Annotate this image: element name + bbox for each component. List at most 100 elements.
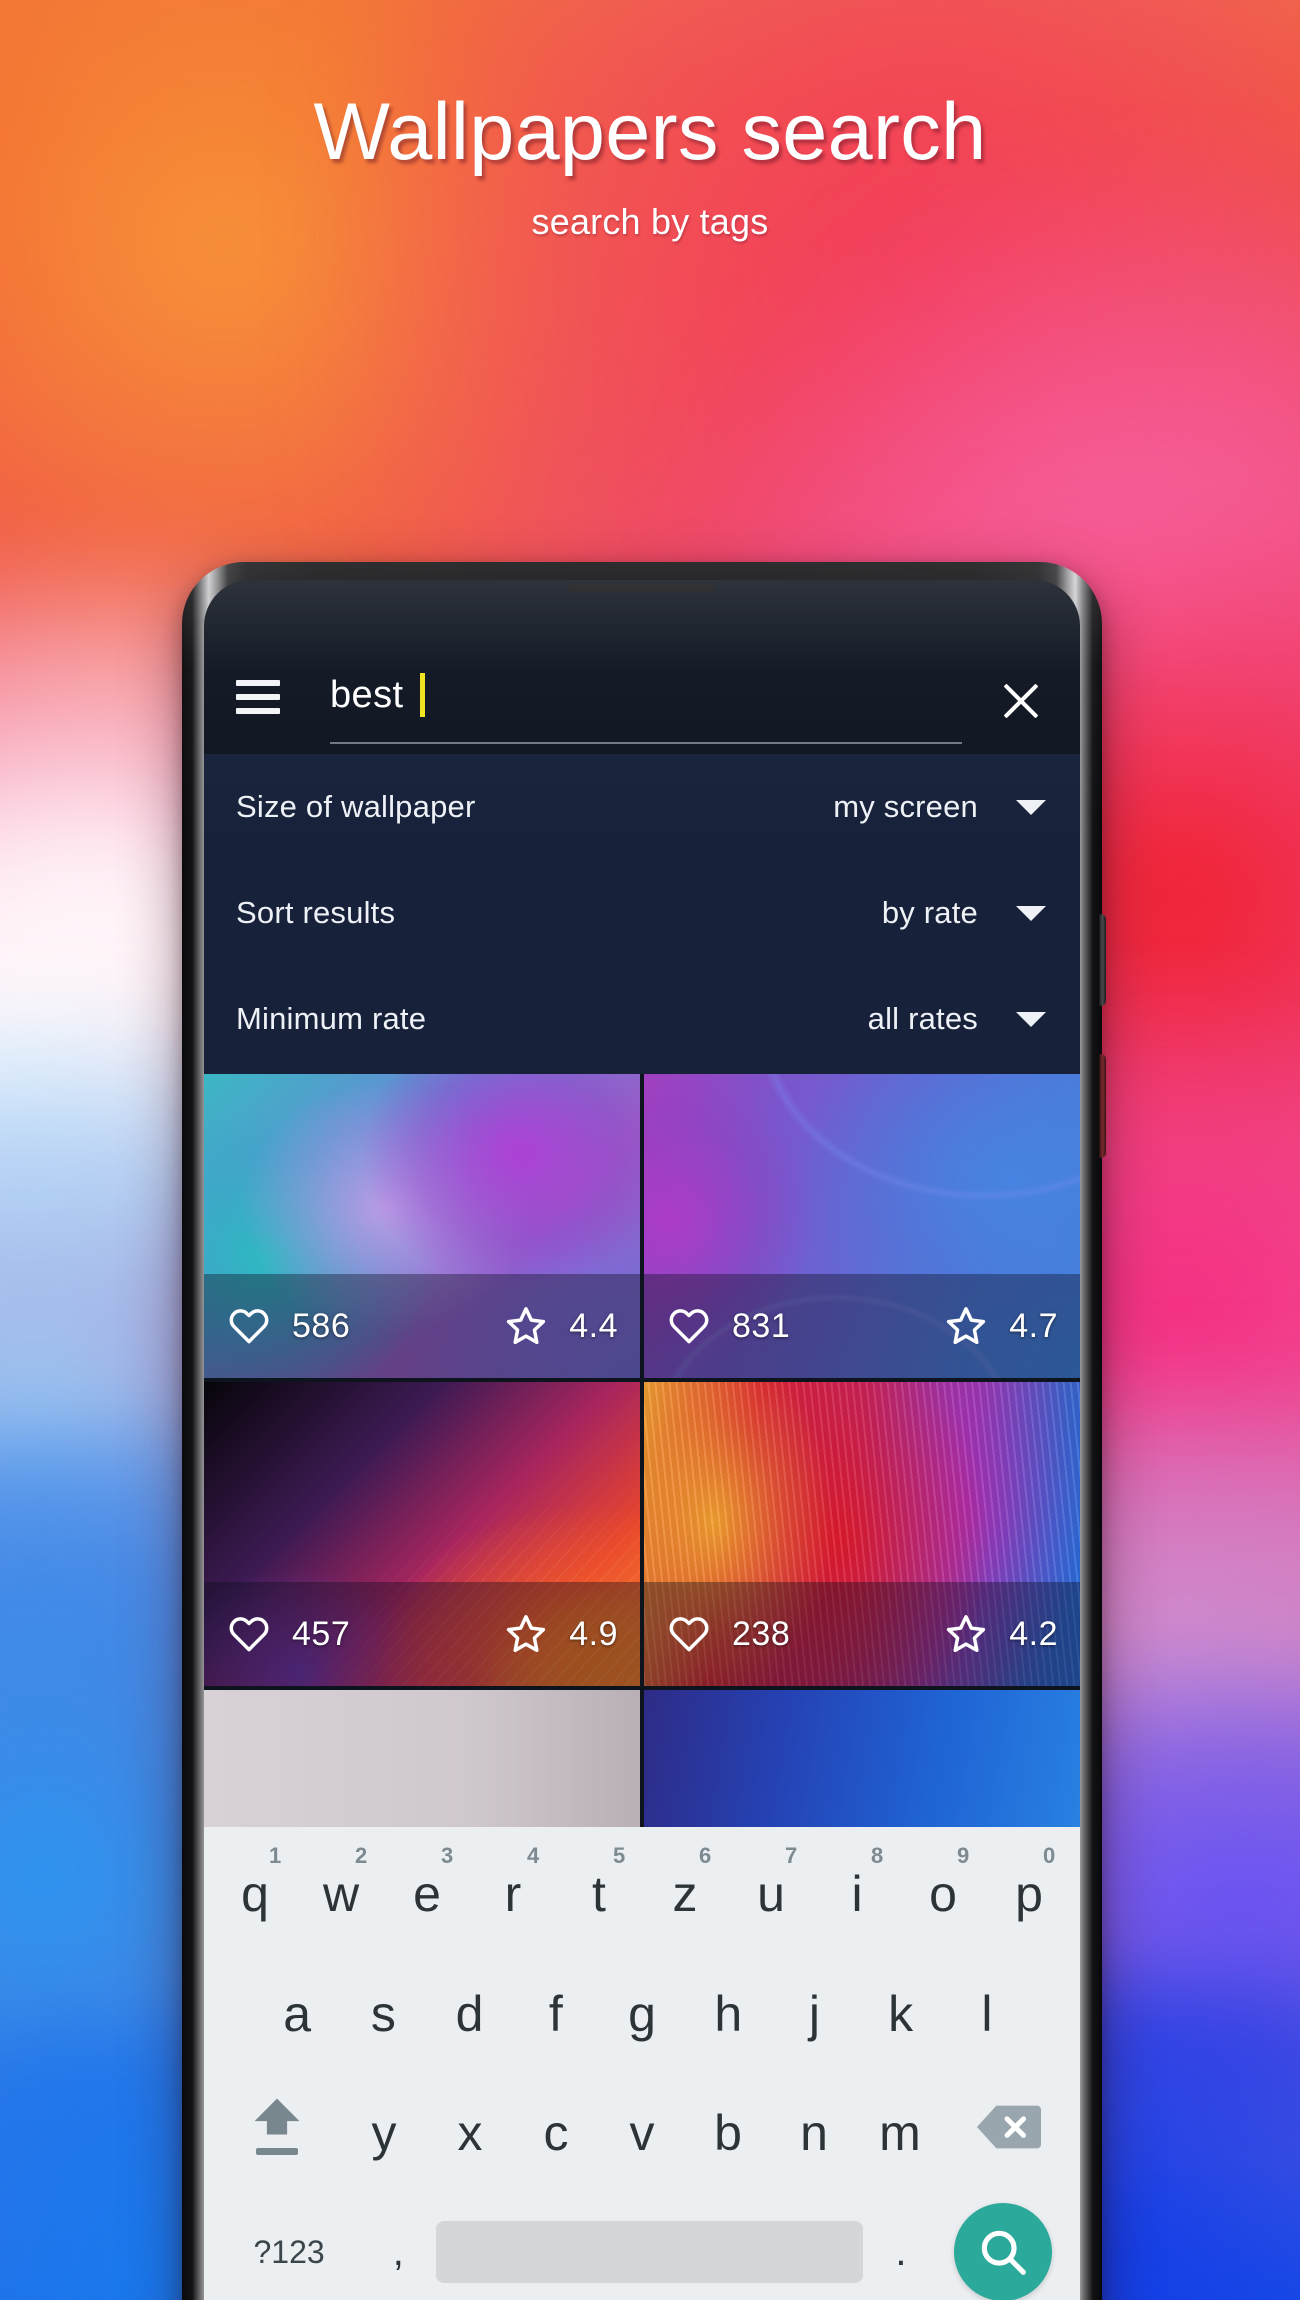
wallpaper-tile[interactable]: 457 4.9 [204, 1382, 640, 1686]
filter-row-size-of-wallpaper[interactable]: Size of wallpaper my screen [204, 754, 1080, 860]
key-label: p [1015, 1866, 1043, 1922]
chevron-down-icon[interactable] [1016, 1011, 1046, 1027]
key-label: d [455, 1986, 484, 2042]
key-m[interactable]: m [857, 2067, 943, 2187]
rate-value: 4.2 [1009, 1614, 1058, 1653]
keyboard-row-1: 1q 2w 3e 4r 5t 6z 7u 8i 9o 0p [204, 1827, 1080, 1949]
hamburger-menu-icon[interactable] [236, 680, 280, 714]
like-metric: 831 [666, 1304, 790, 1348]
shift-arrow-icon [246, 2096, 308, 2158]
filter-value: all rates [867, 1001, 978, 1036]
keyboard-search-key[interactable] [939, 2187, 1066, 2300]
phone-screen: best Size of wallpaper my screen Sort re… [204, 580, 1080, 2300]
filter-row-minimum-rate[interactable]: Minimum rate all rates [204, 966, 1080, 1072]
key-l[interactable]: l [944, 1949, 1030, 2067]
key-g[interactable]: g [599, 1949, 685, 2067]
wallpaper-stats-bar: 586 4.4 [204, 1274, 640, 1378]
key-number-hint: 6 [699, 1843, 712, 1868]
filter-label: Minimum rate [236, 1001, 427, 1036]
filters-panel: Size of wallpaper my screen Sort results… [204, 754, 1080, 1074]
key-b[interactable]: b [685, 2067, 771, 2187]
wallpaper-stats-bar: 831 4.7 [644, 1274, 1080, 1378]
heart-icon[interactable] [226, 1304, 272, 1348]
key-label: s [370, 1986, 396, 2042]
filter-row-sort-results[interactable]: Sort results by rate [204, 860, 1080, 966]
key-q[interactable]: 1q [212, 1827, 298, 1949]
key-label: x [457, 2105, 483, 2161]
key-label: w [322, 1866, 360, 1922]
hamburger-line [236, 694, 280, 700]
filter-value: by rate [881, 895, 978, 930]
wallpaper-stats-bar: 238 4.2 [644, 1582, 1080, 1686]
key-label: v [629, 2105, 655, 2161]
phone-earpiece-speaker [568, 584, 716, 591]
symbols-key[interactable]: ?123 [218, 2187, 360, 2300]
search-magnifier-icon [953, 2203, 1052, 2300]
rate-metric: 4.9 [503, 1612, 618, 1656]
heart-icon[interactable] [226, 1612, 272, 1656]
phone-mockup: best Size of wallpaper my screen Sort re… [182, 562, 1106, 2300]
key-label: q [241, 1866, 269, 1922]
star-icon[interactable] [503, 1304, 549, 1348]
star-icon[interactable] [943, 1612, 989, 1656]
key-d[interactable]: d [426, 1949, 512, 2067]
keyboard-row-2: a s d f g h j k l [204, 1949, 1080, 2067]
phone-side-button-power[interactable] [1099, 1054, 1106, 1158]
wallpaper-tile[interactable]: 586 4.4 [204, 1074, 640, 1378]
wallpaper-tile[interactable]: 238 4.2 [644, 1382, 1080, 1686]
key-h[interactable]: h [685, 1949, 771, 2067]
wallpaper-tile[interactable]: 831 4.7 [644, 1074, 1080, 1378]
search-field[interactable]: best [330, 664, 962, 750]
like-count: 238 [732, 1614, 791, 1653]
key-label: l [981, 1986, 993, 2042]
rate-value: 4.4 [569, 1306, 618, 1345]
keyboard-row-4: ?123 , . [204, 2187, 1080, 2300]
text-caret [420, 673, 426, 717]
shift-key[interactable] [212, 2067, 341, 2187]
key-y[interactable]: y [341, 2067, 427, 2187]
key-label: g [628, 1986, 656, 2042]
star-icon[interactable] [943, 1304, 989, 1348]
search-field-underline [330, 742, 962, 744]
star-icon[interactable] [503, 1612, 549, 1656]
heart-icon[interactable] [666, 1612, 712, 1656]
key-p[interactable]: 0p [986, 1827, 1072, 1949]
key-e[interactable]: 3e [384, 1827, 470, 1949]
heart-icon[interactable] [666, 1304, 712, 1348]
shift-underline [255, 2148, 298, 2155]
comma-key[interactable]: , [360, 2187, 436, 2300]
period-key[interactable]: . [863, 2187, 939, 2300]
key-label: h [714, 1986, 743, 2042]
keyboard-row-3: y x c v b n m [204, 2067, 1080, 2187]
key-s[interactable]: s [340, 1949, 426, 2067]
key-t[interactable]: 5t [556, 1827, 642, 1949]
key-a[interactable]: a [254, 1949, 340, 2067]
chevron-down-icon[interactable] [1016, 799, 1046, 815]
backspace-key[interactable] [943, 2067, 1072, 2187]
key-label: r [504, 1866, 522, 1922]
search-input-value[interactable]: best [330, 674, 403, 717]
key-w[interactable]: 2w [298, 1827, 384, 1949]
hamburger-line [236, 680, 280, 686]
app-bar: best [204, 646, 1080, 754]
key-j[interactable]: j [771, 1949, 857, 2067]
key-n[interactable]: n [771, 2067, 857, 2187]
key-x[interactable]: x [427, 2067, 513, 2187]
key-i[interactable]: 8i [814, 1827, 900, 1949]
key-label: e [413, 1866, 441, 1922]
chevron-down-icon[interactable] [1016, 905, 1046, 921]
close-x-icon[interactable] [998, 678, 1044, 724]
phone-side-button-volume[interactable] [1099, 914, 1106, 1006]
key-u[interactable]: 7u [728, 1827, 814, 1949]
key-c[interactable]: c [513, 2067, 599, 2187]
page-subtitle: search by tags [531, 201, 769, 243]
space-key[interactable] [436, 2187, 863, 2300]
key-label: u [757, 1866, 785, 1922]
key-r[interactable]: 4r [470, 1827, 556, 1949]
key-z[interactable]: 6z [642, 1827, 728, 1949]
key-k[interactable]: k [858, 1949, 944, 2067]
key-o[interactable]: 9o [900, 1827, 986, 1949]
key-label: m [879, 2105, 921, 2161]
key-v[interactable]: v [599, 2067, 685, 2187]
key-f[interactable]: f [513, 1949, 599, 2067]
